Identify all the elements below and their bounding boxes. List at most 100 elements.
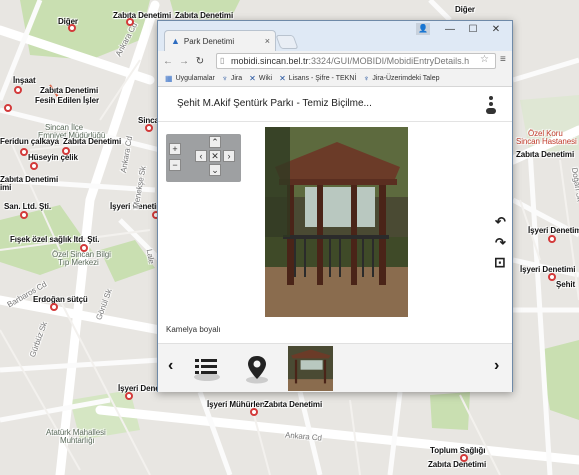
pan-down-icon[interactable]: ⌄: [209, 164, 221, 176]
map-pin[interactable]: [30, 162, 38, 170]
map-label[interactable]: İşyeri Mühürlem: [207, 400, 267, 409]
rotate-right-icon[interactable]: ↷: [495, 235, 506, 251]
minimize-button[interactable]: —: [440, 23, 460, 37]
map-pin[interactable]: [20, 148, 28, 156]
map-label: Sincan Hastanesi: [516, 137, 577, 146]
map-pin[interactable]: [126, 18, 134, 26]
page-header: Şehit M.Akif Şentürk Parkı - Temiz Biçil…: [158, 88, 512, 122]
navigation-bar: ← → ↻ ▯ mobidi.sincan.bel.tr:3324/GUI/MO…: [158, 51, 512, 71]
bookmark-item[interactable]: ▦ Uygulamalar: [165, 74, 215, 83]
map-label: Muhtarlığı: [60, 436, 95, 445]
bottom-toolbar: ‹ ›: [158, 343, 512, 392]
map-pin[interactable]: [14, 86, 22, 94]
pan-right-icon[interactable]: ›: [223, 150, 235, 162]
map-label[interactable]: İşyeri Denetimi: [520, 265, 576, 274]
more-options-icon[interactable]: [486, 96, 496, 114]
page-content: Şehit M.Akif Şentürk Parkı - Temiz Biçil…: [158, 88, 512, 392]
bookmark-star-icon[interactable]: ☆: [480, 54, 489, 65]
browser-menu-icon[interactable]: ≡: [500, 54, 506, 65]
jira-icon: ♆: [363, 74, 370, 83]
zoom-in-button[interactable]: +: [169, 143, 181, 155]
url-path: :3324/GUI/MOBIDI/MobidiEntryDetails.h: [308, 56, 470, 66]
title-bar[interactable]: ▲ Park Denetimi × 👤 — ☐ ✕: [158, 21, 512, 51]
browser-window: ▲ Park Denetimi × 👤 — ☐ ✕ ← → ↻ ▯ mobidi…: [157, 20, 513, 392]
reset-view-icon[interactable]: ✕: [209, 150, 221, 162]
map-pin[interactable]: [62, 147, 70, 155]
bookmarks-bar: ▦ Uygulamalar ♆ Jira ✕ Wiki ✕ Lisans - Ş…: [158, 71, 512, 87]
map-pin[interactable]: [548, 273, 556, 281]
next-arrow-icon[interactable]: ›: [494, 357, 499, 375]
map-pin[interactable]: [20, 211, 28, 219]
map-pin[interactable]: [80, 244, 88, 252]
bookmark-item[interactable]: ♆ Jira: [222, 74, 242, 83]
close-window-button[interactable]: ✕: [486, 23, 506, 37]
park-favicon-icon: ▲: [171, 36, 180, 46]
page-title: Şehit M.Akif Şentürk Parkı - Temiz Biçil…: [177, 98, 372, 109]
map-label[interactable]: imi: [0, 183, 11, 192]
bookmark-item[interactable]: ♆ Jira-Üzerimdeki Talep: [363, 74, 439, 83]
map-label[interactable]: Zabıta Denetimi: [516, 150, 574, 159]
wiki-icon: ✕: [279, 74, 286, 83]
map-label[interactable]: Toplum Sağlığı: [430, 446, 485, 455]
zoom-out-button[interactable]: −: [169, 159, 181, 171]
bookmark-label: Wiki: [258, 75, 273, 82]
edit-photo-icon[interactable]: ⊡: [494, 254, 506, 271]
browser-tab[interactable]: ▲ Park Denetimi ×: [164, 30, 276, 51]
page-icon: ▯: [220, 56, 225, 65]
url-host: mobidi.sincan.bel.tr: [231, 56, 309, 66]
map-pin[interactable]: [548, 235, 556, 243]
location-pin-icon[interactable]: [244, 354, 270, 384]
zoom-pan-panel: + − ⌃ ‹ ✕ › ⌄: [166, 134, 241, 182]
gazebo-photo[interactable]: [265, 127, 408, 317]
new-tab-button[interactable]: [275, 35, 299, 49]
maximize-button[interactable]: ☐: [463, 23, 483, 37]
bookmark-item[interactable]: ✕ Lisans - Şifre - TEKNİ: [279, 74, 356, 83]
map-label[interactable]: Zabıta Denetimi: [175, 11, 233, 20]
map-label[interactable]: İşyeri Denetimi: [528, 226, 579, 235]
map-pin[interactable]: [50, 303, 58, 311]
map-label[interactable]: Şehit: [556, 280, 575, 289]
photo-caption: Kamelya boyalı: [166, 325, 221, 334]
map-pin[interactable]: [68, 24, 76, 32]
map-label[interactable]: Zabıta Denetimi: [63, 137, 121, 146]
bookmark-item[interactable]: ✕ Wiki: [249, 74, 272, 83]
pan-left-icon[interactable]: ‹: [195, 150, 207, 162]
bookmark-label: Uygulamalar: [175, 75, 215, 82]
bookmark-label: Jira: [230, 75, 243, 82]
map-label[interactable]: Zabıta Denetimi: [113, 11, 171, 20]
map-label[interactable]: Zabıta Denetimi: [428, 460, 486, 469]
map-label[interactable]: Fışek özel sağlık ltd. Şti.: [10, 235, 99, 244]
map-label[interactable]: Hüseyin çelik: [28, 153, 78, 162]
map-label[interactable]: İnşaat: [13, 76, 36, 85]
map-label[interactable]: Zabıta Denetimi: [264, 400, 322, 409]
wiki-icon: ✕: [249, 74, 256, 83]
apps-icon: ▦: [165, 74, 173, 83]
map-pin[interactable]: [460, 454, 468, 462]
map-label[interactable]: Erdoğan sütçü: [33, 295, 88, 304]
map-label[interactable]: Feridun çalkaya: [0, 137, 59, 146]
list-icon[interactable]: [193, 356, 221, 382]
rotate-left-icon[interactable]: ↶: [495, 214, 506, 230]
photo-thumbnail[interactable]: [288, 346, 333, 391]
forward-arrow-icon[interactable]: →: [178, 56, 190, 67]
map-pin[interactable]: [4, 104, 12, 112]
map-label: Tıp Merkezi: [58, 258, 99, 267]
map-pin[interactable]: [125, 392, 133, 400]
map-label[interactable]: Diğer: [455, 5, 475, 14]
tab-title: Park Denetimi: [183, 36, 235, 46]
address-bar[interactable]: ▯ mobidi.sincan.bel.tr:3324/GUI/MOBIDI/M…: [216, 53, 496, 69]
bookmark-label: Jira-Üzerimdeki Talep: [372, 75, 440, 82]
previous-arrow-icon[interactable]: ‹: [168, 357, 173, 375]
tab-close-icon[interactable]: ×: [265, 36, 270, 46]
user-profile-icon[interactable]: 👤: [416, 23, 430, 35]
pan-up-icon[interactable]: ⌃: [209, 136, 221, 148]
map-pin[interactable]: [250, 408, 258, 416]
bookmark-label: Lisans - Şifre - TEKNİ: [288, 75, 357, 82]
map-label[interactable]: Zabıta Denetimi: [40, 86, 98, 95]
back-arrow-icon[interactable]: ←: [162, 56, 174, 67]
reload-icon[interactable]: ↻: [194, 56, 206, 67]
map-label[interactable]: Fesih Edilen İşler: [35, 96, 99, 105]
map-label[interactable]: San. Ltd. Şti.: [4, 202, 51, 211]
jira-icon: ♆: [221, 74, 228, 83]
map-pin[interactable]: [145, 124, 153, 132]
